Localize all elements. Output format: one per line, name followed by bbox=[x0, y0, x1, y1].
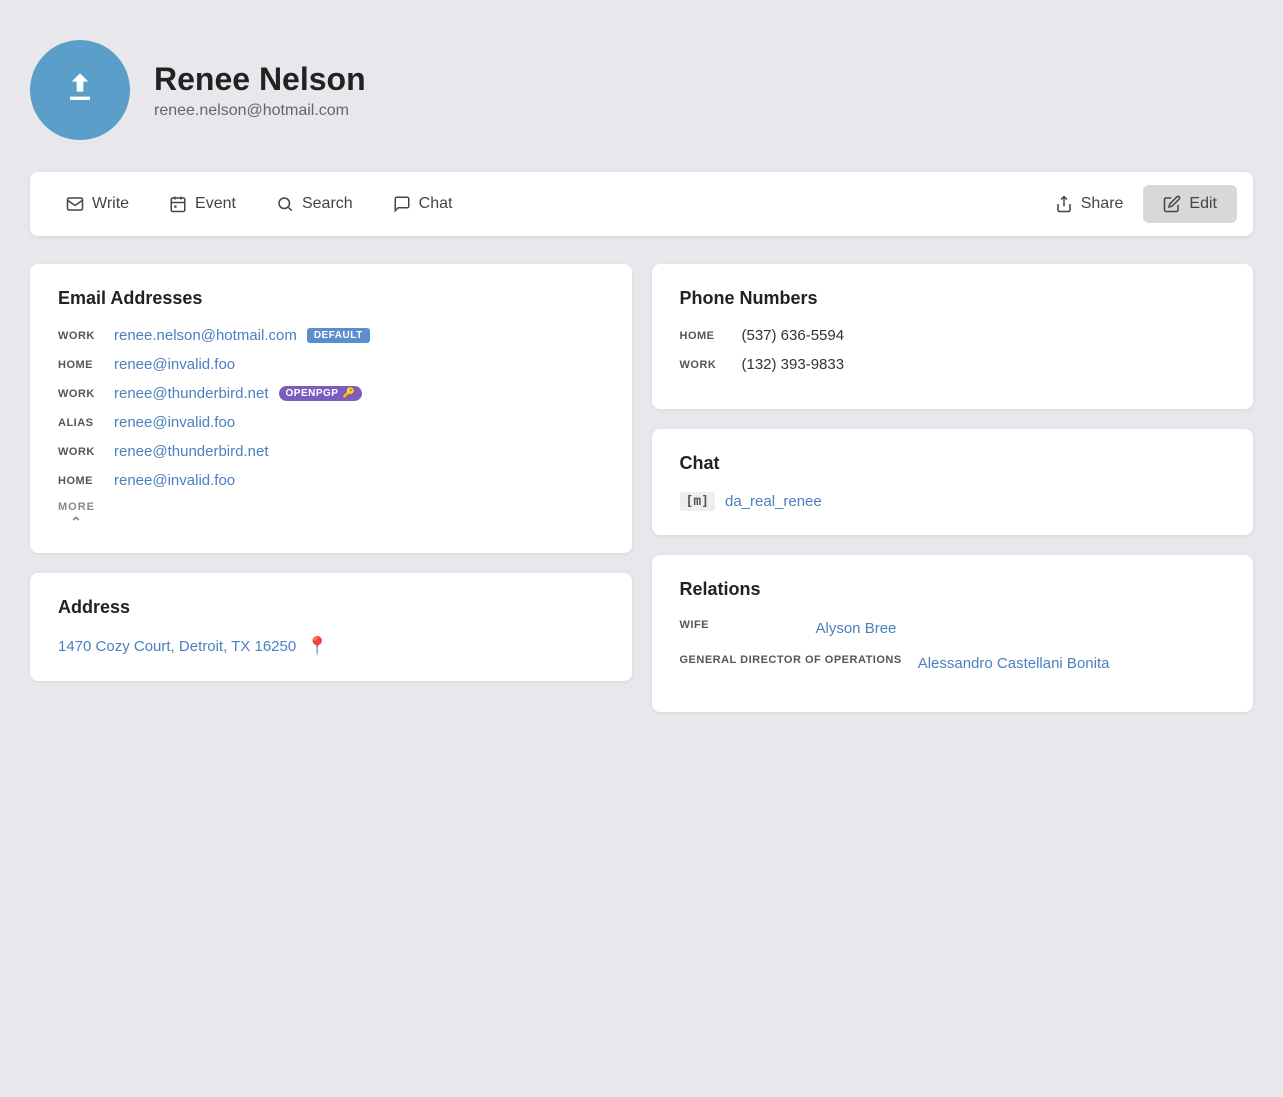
phone-type-1: WORK bbox=[680, 359, 726, 371]
write-label: Write bbox=[92, 195, 129, 213]
phone-number-0: (537) 636-5594 bbox=[742, 327, 845, 344]
event-label: Event bbox=[195, 195, 236, 213]
avatar[interactable] bbox=[30, 40, 130, 140]
edit-button[interactable]: Edit bbox=[1143, 185, 1237, 223]
email-addresses-card: Email Addresses WORK renee.nelson@hotmai… bbox=[30, 264, 632, 553]
relation-type-0: WIFE bbox=[680, 618, 800, 633]
chat-title: Chat bbox=[680, 453, 1226, 474]
profile-email: renee.nelson@hotmail.com bbox=[154, 102, 366, 120]
content-grid: Email Addresses WORK renee.nelson@hotmai… bbox=[30, 264, 1253, 712]
profile-name: Renee Nelson bbox=[154, 60, 366, 98]
more-button[interactable]: MORE ⌃ bbox=[58, 501, 95, 529]
phone-row: HOME (537) 636-5594 bbox=[680, 327, 1226, 344]
share-label: Share bbox=[1081, 195, 1124, 213]
chevron-down-icon: ⌃ bbox=[70, 515, 83, 529]
chat-card: Chat [m] da_real_renee bbox=[652, 429, 1254, 535]
email-type-5: HOME bbox=[58, 475, 104, 487]
left-column: Email Addresses WORK renee.nelson@hotmai… bbox=[30, 264, 632, 681]
email-address-2[interactable]: renee@thunderbird.net bbox=[114, 385, 269, 402]
email-type-2: WORK bbox=[58, 388, 104, 400]
toolbar: Write Event Search Chat Share Edi bbox=[30, 172, 1253, 236]
upload-icon bbox=[60, 70, 100, 110]
badge-default-0: DEFAULT bbox=[307, 328, 370, 343]
email-address-5[interactable]: renee@invalid.foo bbox=[114, 472, 235, 489]
relation-type-1: GENERAL DIRECTOR OF OPERATIONS bbox=[680, 653, 902, 668]
event-button[interactable]: Event bbox=[149, 185, 256, 223]
map-pin-icon: 📍 bbox=[306, 636, 328, 657]
search-icon bbox=[276, 195, 294, 213]
edit-icon bbox=[1163, 195, 1181, 213]
relation-name-1[interactable]: Alessandro Castellani Bonita bbox=[918, 653, 1110, 674]
relations-card: Relations WIFE Alyson Bree GENERAL DIREC… bbox=[652, 555, 1254, 712]
address-value[interactable]: 1470 Cozy Court, Detroit, TX 16250 bbox=[58, 638, 296, 655]
relation-row: GENERAL DIRECTOR OF OPERATIONS Alessandr… bbox=[680, 653, 1226, 674]
mail-icon bbox=[66, 195, 84, 213]
phone-type-0: HOME bbox=[680, 330, 726, 342]
relations-title: Relations bbox=[680, 579, 1226, 600]
address-title: Address bbox=[58, 597, 604, 618]
search-button[interactable]: Search bbox=[256, 185, 373, 223]
email-row: WORK renee@thunderbird.net OPENPGP 🔑 bbox=[58, 385, 604, 402]
email-row: WORK renee.nelson@hotmail.com DEFAULT bbox=[58, 327, 604, 344]
email-type-1: HOME bbox=[58, 359, 104, 371]
phone-number-1: (132) 393-9833 bbox=[742, 356, 845, 373]
chat-handle[interactable]: da_real_renee bbox=[725, 493, 822, 510]
email-addresses-title: Email Addresses bbox=[58, 288, 604, 309]
more-label: MORE bbox=[58, 501, 95, 513]
profile-header: Renee Nelson renee.nelson@hotmail.com bbox=[30, 40, 1253, 140]
share-button[interactable]: Share bbox=[1035, 185, 1144, 223]
email-row: ALIAS renee@invalid.foo bbox=[58, 414, 604, 431]
badge-openpgp-2: OPENPGP 🔑 bbox=[279, 386, 363, 401]
write-button[interactable]: Write bbox=[46, 185, 149, 223]
email-type-4: WORK bbox=[58, 446, 104, 458]
email-type-3: ALIAS bbox=[58, 417, 104, 429]
profile-info: Renee Nelson renee.nelson@hotmail.com bbox=[154, 60, 366, 120]
chat-row: [m] da_real_renee bbox=[680, 492, 1226, 511]
matrix-icon: [m] bbox=[680, 492, 715, 511]
share-icon bbox=[1055, 195, 1073, 213]
relation-row: WIFE Alyson Bree bbox=[680, 618, 1226, 639]
email-row: HOME renee@invalid.foo bbox=[58, 472, 604, 489]
email-row: HOME renee@invalid.foo bbox=[58, 356, 604, 373]
chat-icon bbox=[393, 195, 411, 213]
right-column: Phone Numbers HOME (537) 636-5594 WORK (… bbox=[652, 264, 1254, 712]
chat-label: Chat bbox=[419, 195, 453, 213]
email-address-0[interactable]: renee.nelson@hotmail.com bbox=[114, 327, 297, 344]
phone-numbers-title: Phone Numbers bbox=[680, 288, 1226, 309]
chat-button[interactable]: Chat bbox=[373, 185, 473, 223]
search-label: Search bbox=[302, 195, 353, 213]
email-row: WORK renee@thunderbird.net bbox=[58, 443, 604, 460]
email-address-3[interactable]: renee@invalid.foo bbox=[114, 414, 235, 431]
relation-name-0[interactable]: Alyson Bree bbox=[816, 618, 897, 639]
address-card: Address 1470 Cozy Court, Detroit, TX 162… bbox=[30, 573, 632, 681]
phone-row: WORK (132) 393-9833 bbox=[680, 356, 1226, 373]
calendar-icon bbox=[169, 195, 187, 213]
phone-numbers-card: Phone Numbers HOME (537) 636-5594 WORK (… bbox=[652, 264, 1254, 409]
email-address-1[interactable]: renee@invalid.foo bbox=[114, 356, 235, 373]
edit-label: Edit bbox=[1189, 195, 1217, 213]
email-type-0: WORK bbox=[58, 330, 104, 342]
email-address-4[interactable]: renee@thunderbird.net bbox=[114, 443, 269, 460]
address-row: 1470 Cozy Court, Detroit, TX 16250 📍 bbox=[58, 636, 604, 657]
